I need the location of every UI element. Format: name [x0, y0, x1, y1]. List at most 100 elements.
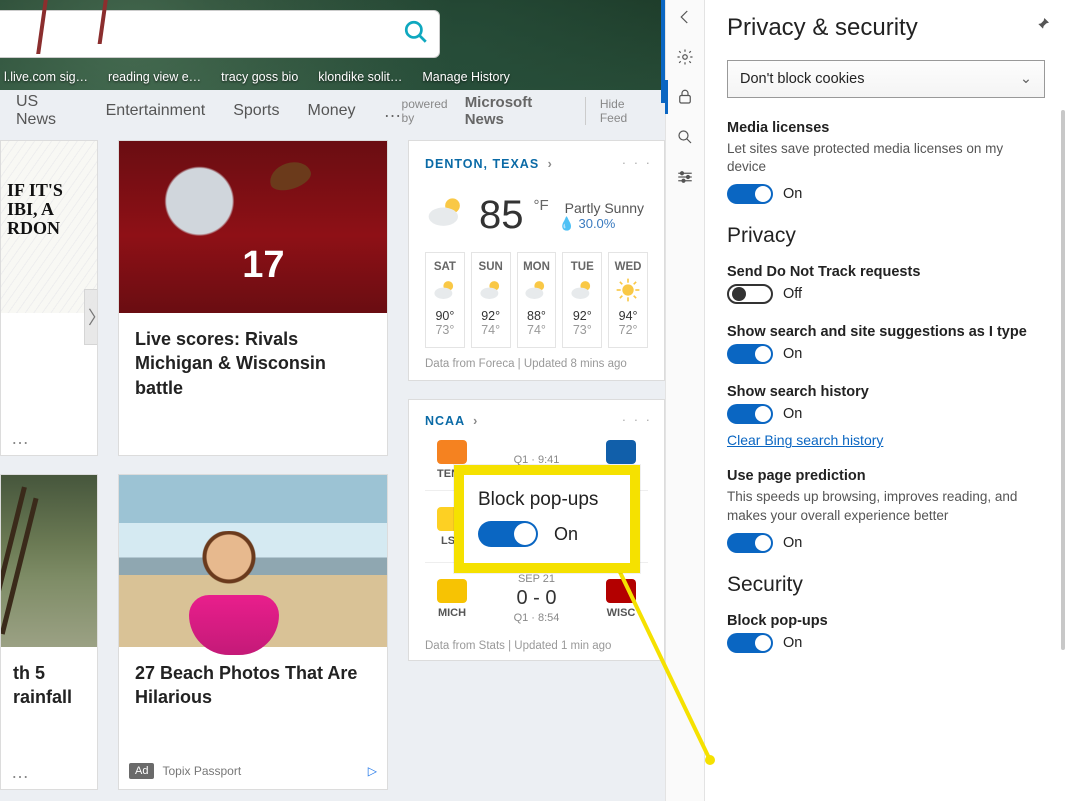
block-popups-toggle[interactable] [727, 633, 773, 653]
search-history-state: On [783, 406, 802, 422]
card-title: Live scores: Rivals Michigan & Wisconsin… [119, 313, 387, 412]
zoom-icon[interactable] [674, 126, 696, 148]
carousel-next-icon[interactable]: 〉 [84, 289, 98, 345]
media-licenses-desc: Let sites save protected media licenses … [727, 140, 1045, 176]
weather-location-text: DENTON, TEXAS [425, 157, 539, 171]
feed-nav: US News Entertainment Sports Money … pow… [0, 90, 665, 132]
forecast-high: 92° [563, 309, 601, 323]
card-football[interactable]: Live scores: Rivals Michigan & Wisconsin… [118, 140, 388, 456]
forecast-day-name: SAT [426, 261, 464, 273]
forecast-day[interactable]: WED94°72° [608, 252, 648, 348]
cards-row: 〉 … th 5 rainfall … Live scores: Rivals … [0, 132, 665, 790]
team-logo [437, 579, 467, 603]
media-licenses-toggle[interactable] [727, 184, 773, 204]
security-section-head: Security [727, 573, 1045, 597]
team-a: MICH [425, 579, 479, 619]
callout-state: On [554, 524, 578, 545]
forecast-row: SAT90°73°SUN92°74°MON88°74°TUE92°73°WED9… [425, 252, 648, 348]
sliders-icon[interactable] [674, 166, 696, 188]
panel-title: Privacy & security [727, 14, 1045, 42]
nav-item-usnews[interactable]: US News [16, 93, 78, 129]
suggestions-toggle[interactable] [727, 344, 773, 364]
weather-precip-value: 30.0% [578, 216, 615, 231]
callout-title: Block pop-ups [478, 489, 616, 511]
chevron-right-icon: › [473, 414, 478, 428]
game-score: 0 - 0 [479, 587, 594, 610]
forecast-high: 92° [472, 309, 510, 323]
forecast-day-name: WED [609, 261, 647, 273]
bookmark-item[interactable]: tracy goss bio [221, 70, 298, 84]
dnt-title: Send Do Not Track requests [727, 264, 1045, 280]
peek-card-rainfall[interactable]: th 5 rainfall … [0, 474, 98, 790]
forecast-day[interactable]: TUE92°73° [562, 252, 602, 348]
powered-by: powered by Microsoft News [402, 94, 567, 128]
adchoices-icon[interactable]: ▷ [368, 764, 377, 778]
gear-icon[interactable] [674, 46, 696, 68]
forecast-high: 90° [426, 309, 464, 323]
bookmark-item[interactable]: reading view e… [108, 70, 201, 84]
widget-more-icon[interactable]: · · · [622, 155, 652, 170]
beach-thumbnail [119, 475, 387, 647]
game-date: SEP 21 [479, 573, 594, 585]
cookies-dropdown[interactable]: Don't block cookies ⌄ [727, 60, 1045, 98]
ad-badge: Ad [129, 763, 154, 779]
scores-header[interactable]: NCAA › [425, 414, 478, 428]
team-logo [606, 440, 636, 464]
nav-item-sports[interactable]: Sports [233, 102, 279, 120]
forecast-low: 74° [472, 323, 510, 337]
search-box[interactable] [0, 10, 440, 58]
cookies-dropdown-value: Don't block cookies [740, 71, 864, 87]
search-icon[interactable] [403, 19, 429, 50]
search-history-toggle[interactable] [727, 404, 773, 424]
active-tab-strip [661, 0, 665, 103]
dnt-toggle[interactable] [727, 284, 773, 304]
powered-by-label: powered by [402, 97, 459, 125]
lock-icon[interactable] [674, 86, 696, 108]
weather-unit: °F [534, 197, 549, 214]
widget-more-icon[interactable]: · · · [622, 412, 652, 427]
callout-toggle[interactable] [478, 521, 538, 547]
page-prediction-toggle[interactable] [727, 533, 773, 553]
sponsor-label: Topix Passport [162, 764, 241, 778]
bookmark-item[interactable]: Manage History [422, 70, 510, 84]
card-more-icon[interactable]: … [11, 762, 31, 783]
forecast-day[interactable]: MON88°74° [517, 252, 557, 348]
forecast-day[interactable]: SUN 92°74° [471, 252, 511, 348]
bookmark-item[interactable]: l.live.com sig… [4, 70, 88, 84]
forecast-day-name: TUE [563, 261, 601, 273]
forecast-day-name: SUN [472, 261, 510, 273]
media-licenses-state: On [783, 186, 802, 202]
card-beach[interactable]: 27 Beach Photos That Are Hilarious Ad To… [118, 474, 388, 790]
privacy-section-head: Privacy [727, 224, 1045, 248]
weather-location[interactable]: DENTON, TEXAS › [425, 157, 553, 171]
pin-icon[interactable] [1035, 16, 1051, 37]
bookmark-item[interactable]: klondike solit… [318, 70, 402, 84]
peek-card-title: th 5 rainfall [1, 647, 97, 720]
comic-thumbnail [1, 141, 97, 313]
page-prediction-state: On [783, 535, 802, 551]
bookmark-bar: l.live.com sig… reading view e… tracy go… [0, 64, 510, 90]
hide-feed-link[interactable]: Hide Feed [585, 97, 651, 125]
clear-bing-history-link[interactable]: Clear Bing search history [727, 432, 883, 448]
search-history-title: Show search history [727, 384, 1045, 400]
forecast-day[interactable]: SAT90°73° [425, 252, 465, 348]
nav-item-money[interactable]: Money [307, 102, 355, 120]
card-more-icon[interactable]: … [11, 428, 31, 449]
nav-more-icon[interactable]: … [384, 101, 402, 122]
weather-temp: 85 [479, 193, 524, 238]
peek-card-comic[interactable]: 〉 … [0, 140, 98, 456]
suggestions-state: On [783, 346, 802, 362]
card-title: 27 Beach Photos That Are Hilarious [119, 647, 387, 722]
chevron-right-icon: › [548, 157, 553, 171]
block-popups-state: On [783, 635, 802, 651]
news-feed-area: l.live.com sig… reading view e… tracy go… [0, 0, 665, 801]
back-icon[interactable] [674, 6, 696, 28]
search-input[interactable] [0, 25, 403, 43]
page-prediction-desc: This speeds up browsing, improves readin… [727, 488, 1045, 524]
scores-header-text: NCAA [425, 414, 465, 428]
panel-scrollbar[interactable] [1061, 110, 1065, 780]
powered-by-brand: Microsoft News [465, 94, 567, 128]
weather-precip: 💧 30.0% [559, 216, 644, 232]
nav-item-entertainment[interactable]: Entertainment [106, 102, 206, 120]
dnt-state: Off [783, 286, 802, 302]
